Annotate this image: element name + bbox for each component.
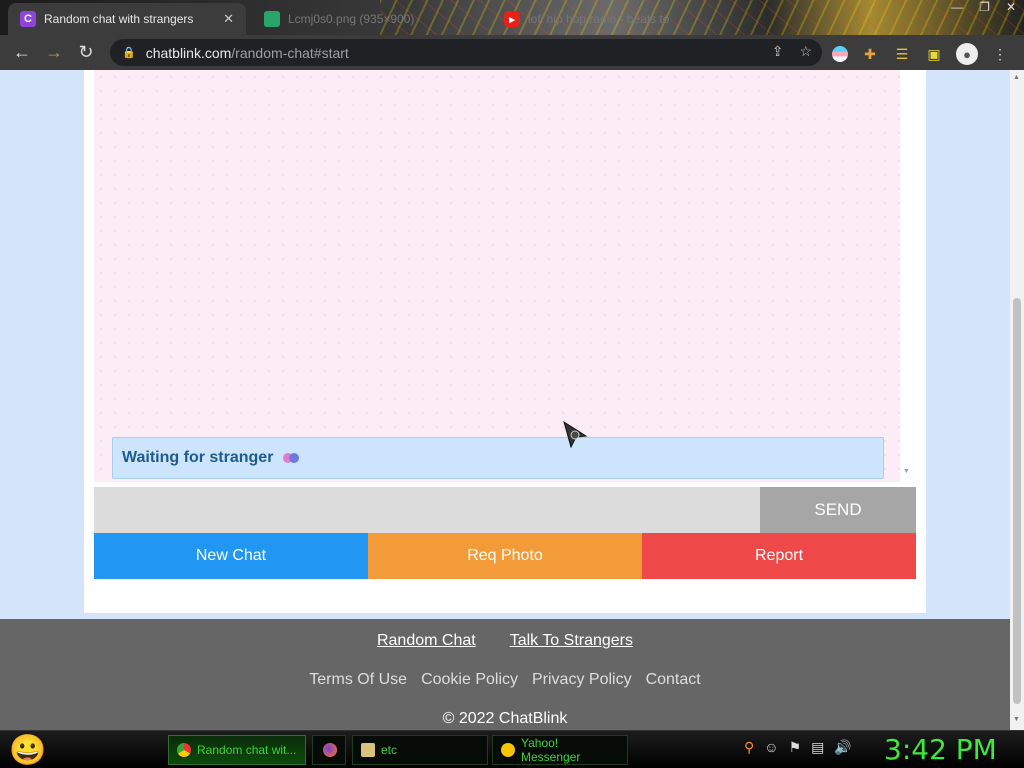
os-taskbar: 😀 Random chat wit... etc Yahoo! Messenge… bbox=[0, 730, 1024, 768]
media-queue-icon[interactable]: ☰ bbox=[892, 44, 912, 64]
site-footer: Random Chat Talk To Strangers Terms Of U… bbox=[0, 619, 1010, 730]
image-favicon-icon bbox=[264, 11, 280, 27]
taskbar-label: etc bbox=[381, 743, 398, 757]
new-chat-button[interactable]: New Chat bbox=[94, 533, 368, 579]
status-bar: Waiting for stranger bbox=[112, 437, 884, 479]
scroll-thumb[interactable] bbox=[1013, 298, 1021, 704]
forward-icon[interactable]: → bbox=[38, 37, 70, 69]
taskbar-label: Random chat wit... bbox=[197, 743, 297, 757]
messenger-tray-icon[interactable]: ☺ bbox=[764, 739, 778, 756]
browser-toolbar: ← → ↻ 🔒 chatblink.com /random-chat#start… bbox=[0, 35, 1024, 70]
lock-icon: 🔒 bbox=[122, 47, 136, 59]
url-host: chatblink.com bbox=[145, 44, 232, 61]
system-tray: ⚲ ☺ ⚑ ▤ 🔊 bbox=[744, 739, 852, 756]
folder-icon bbox=[361, 743, 375, 757]
tab-label: Random chat with strangers bbox=[44, 12, 194, 26]
message-input[interactable] bbox=[94, 487, 760, 533]
scroll-down-icon[interactable]: ▼ bbox=[1013, 716, 1020, 723]
tab-random-chat[interactable]: C Random chat with strangers ✕ bbox=[8, 3, 246, 35]
loading-dots-icon bbox=[283, 453, 300, 463]
waiting-status-text: Waiting for stranger bbox=[122, 449, 274, 466]
footer-copyright: © 2022 ChatBlink bbox=[442, 710, 568, 727]
chatblink-favicon-icon: C bbox=[20, 11, 36, 27]
browser-tab-strip: C Random chat with strangers ✕ Lcmj0s0.p… bbox=[0, 0, 1024, 35]
profile-avatar-icon[interactable]: ● bbox=[956, 43, 978, 65]
reload-icon[interactable]: ↻ bbox=[70, 37, 102, 69]
url-path: /random-chat#start bbox=[231, 44, 349, 61]
chat-card: Waiting for stranger ▼ SEND New Chat Req… bbox=[84, 70, 926, 613]
chat-log: Waiting for stranger bbox=[94, 70, 900, 482]
page-scrollbar[interactable]: ▲ ▼ bbox=[1010, 70, 1024, 730]
network-icon[interactable]: ▤ bbox=[811, 739, 824, 756]
pride-flag-extension-icon[interactable] bbox=[832, 46, 848, 62]
taskbar-label: Yahoo! Messenger bbox=[521, 736, 581, 764]
mouse-cursor-icon bbox=[563, 420, 588, 449]
chat-actions: New Chat Req Photo Report bbox=[94, 533, 916, 579]
tab-label: Lcmj0s0.png (935×900) bbox=[288, 12, 415, 26]
tab-label: lofi hip hop radio - beats to bbox=[528, 12, 670, 26]
window-controls: — ❐ ✕ bbox=[951, 0, 1016, 14]
message-input-row: SEND bbox=[94, 487, 916, 533]
taskbar-item-firefox[interactable] bbox=[312, 735, 346, 765]
address-bar[interactable]: 🔒 chatblink.com /random-chat#start ⇪ ☆ bbox=[110, 39, 822, 66]
req-photo-button[interactable]: Req Photo bbox=[368, 533, 642, 579]
volume-icon[interactable]: 🔊 bbox=[834, 739, 851, 756]
footer-link-cookie-policy[interactable]: Cookie Policy bbox=[421, 671, 518, 689]
youtube-favicon-icon: ▸ bbox=[504, 11, 520, 27]
taskbar-clock[interactable]: 3:42 PM bbox=[884, 733, 997, 766]
extensions-puzzle-icon[interactable]: ✚ bbox=[860, 44, 880, 64]
close-tab-icon[interactable]: ✕ bbox=[223, 11, 234, 27]
taskbar-item-chrome[interactable]: Random chat wit... bbox=[168, 735, 306, 765]
scroll-up-icon[interactable]: ▲ bbox=[1013, 74, 1020, 81]
footer-link-random-chat[interactable]: Random Chat bbox=[377, 632, 476, 650]
chat-log-scrollbar[interactable]: ▼ bbox=[900, 70, 914, 482]
footer-link-talk-to-strangers[interactable]: Talk To Strangers bbox=[510, 632, 633, 650]
footer-link-terms[interactable]: Terms Of Use bbox=[309, 671, 407, 689]
chrome-icon bbox=[177, 743, 191, 757]
report-button[interactable]: Report bbox=[642, 533, 916, 579]
footer-link-privacy-policy[interactable]: Privacy Policy bbox=[532, 671, 632, 689]
back-icon[interactable]: ← bbox=[6, 37, 38, 69]
send-button[interactable]: SEND bbox=[760, 487, 916, 533]
extension-icons: ✚ ☰ ▣ ● ⋮ bbox=[832, 43, 1010, 65]
firefox-icon bbox=[323, 743, 337, 757]
side-panel-icon[interactable]: ▣ bbox=[924, 44, 944, 64]
taskbar-item-etc[interactable]: etc bbox=[352, 735, 488, 765]
action-center-flag-icon[interactable]: ⚑ bbox=[789, 739, 802, 756]
close-window-icon[interactable]: ✕ bbox=[1006, 0, 1016, 14]
browser-menu-icon[interactable]: ⋮ bbox=[990, 44, 1010, 64]
start-smiley-icon[interactable]: 😀 bbox=[8, 731, 48, 768]
restore-icon[interactable]: ❐ bbox=[979, 0, 990, 14]
bookmark-star-icon[interactable]: ☆ bbox=[799, 43, 812, 60]
minimize-icon[interactable]: — bbox=[951, 0, 963, 14]
yahoo-smiley-icon bbox=[501, 743, 515, 757]
search-icon[interactable]: ⚲ bbox=[744, 739, 754, 756]
taskbar-item-yahoo-messenger[interactable]: Yahoo! Messenger bbox=[492, 735, 628, 765]
share-icon[interactable]: ⇪ bbox=[772, 43, 784, 60]
page-viewport: Waiting for stranger ▼ SEND New Chat Req… bbox=[0, 70, 1010, 730]
tab-image[interactable]: Lcmj0s0.png (935×900) bbox=[252, 3, 488, 35]
footer-link-contact[interactable]: Contact bbox=[646, 671, 701, 689]
tab-youtube[interactable]: ▸ lofi hip hop radio - beats to bbox=[492, 3, 702, 35]
